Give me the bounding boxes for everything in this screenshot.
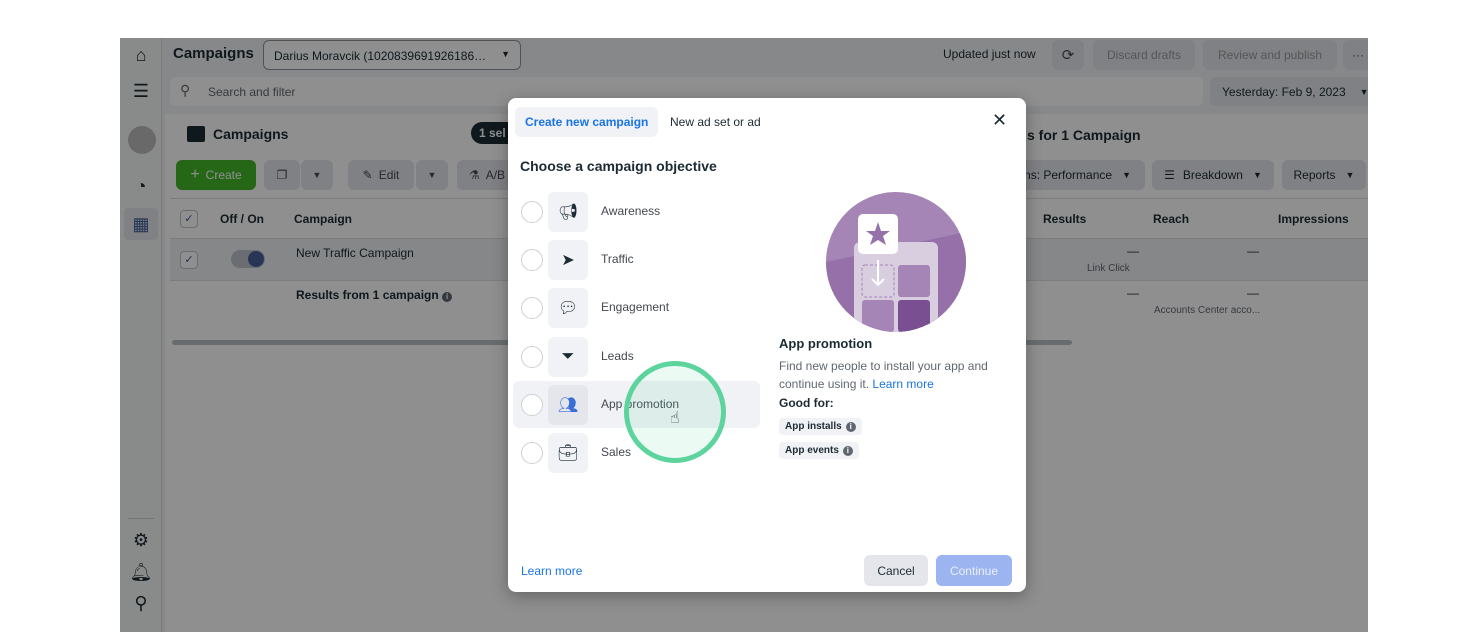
good-for-label: Good for:: [779, 396, 834, 410]
chip-app-events: App events i: [779, 442, 859, 459]
objective-heading: Choose a campaign objective: [520, 158, 717, 174]
radio-button[interactable]: [521, 394, 543, 416]
radio-button[interactable]: [521, 442, 543, 464]
objective-engagement[interactable]: 💬︎ Engagement: [513, 284, 760, 331]
create-campaign-dialog: Create new campaign New ad set or ad ✕ C…: [508, 98, 1026, 592]
objective-awareness[interactable]: 📢︎ Awareness: [513, 188, 760, 235]
objective-label: Engagement: [601, 300, 670, 314]
radio-button[interactable]: [521, 297, 543, 319]
app-promotion-illustration: [826, 192, 966, 332]
objective-label: Awareness: [601, 204, 661, 218]
objective-label: Leads: [601, 349, 634, 363]
people-icon: 👥︎: [548, 385, 588, 425]
hand-cursor-icon: ☝︎: [670, 410, 680, 427]
radio-button[interactable]: [521, 201, 543, 223]
footer-learn-more-link[interactable]: Learn more: [521, 564, 582, 578]
info-icon[interactable]: i: [845, 421, 856, 432]
detail-description: Find new people to install your app and …: [779, 359, 988, 391]
cursor-icon: ➤: [548, 240, 588, 280]
funnel-icon: ⏷: [548, 337, 588, 377]
objective-traffic[interactable]: ➤ Traffic: [513, 236, 760, 283]
radio-button[interactable]: [521, 249, 543, 271]
detail-title: App promotion: [779, 336, 873, 351]
objective-label: Traffic: [601, 252, 634, 266]
megaphone-icon: 📢︎: [548, 192, 588, 232]
cancel-button[interactable]: Cancel: [864, 555, 928, 586]
close-icon[interactable]: ✕: [992, 110, 1007, 131]
chat-bubbles-icon: 💬︎: [548, 288, 588, 328]
info-icon[interactable]: i: [842, 445, 853, 456]
tab-create-new-campaign[interactable]: Create new campaign: [515, 107, 659, 137]
tab-new-ad-set-or-ad[interactable]: New ad set or ad: [660, 107, 771, 137]
briefcase-icon: 💼︎: [548, 433, 588, 473]
objective-label: Sales: [601, 445, 632, 459]
detail-learn-more-link[interactable]: Learn more: [872, 377, 933, 391]
continue-button[interactable]: Continue: [936, 555, 1012, 586]
chip-app-installs: App installs i: [779, 418, 862, 435]
radio-button[interactable]: [521, 346, 543, 368]
objective-leads[interactable]: ⏷ Leads: [513, 333, 760, 380]
